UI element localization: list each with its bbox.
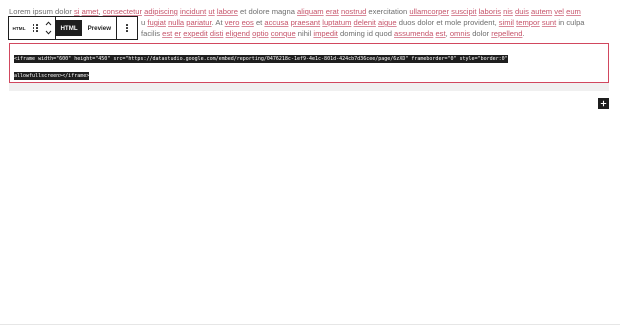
paragraph-text: doming id quod: [337, 29, 395, 38]
paragraph-link[interactable]: aigue: [378, 18, 397, 27]
paragraph-link[interactable]: ullamcorper: [409, 7, 449, 16]
plus-icon: [600, 100, 607, 107]
block-type-label: HTML: [12, 25, 26, 31]
paragraph-link[interactable]: assumenda: [394, 29, 433, 38]
paragraph-link[interactable]: disti: [210, 29, 224, 38]
paragraph-link[interactable]: nulla: [168, 18, 184, 27]
paragraph-link[interactable]: est: [162, 29, 172, 38]
paragraph-link[interactable]: fugiat: [147, 18, 166, 27]
chevron-up-icon[interactable]: [45, 21, 52, 26]
paragraph-link[interactable]: delenit: [354, 18, 376, 27]
paragraph-link[interactable]: nis: [503, 7, 513, 16]
paragraph-text: et: [253, 18, 265, 27]
paragraph-link[interactable]: consectetur: [103, 7, 142, 16]
paragraph-link[interactable]: optio: [252, 29, 268, 38]
paragraph-link[interactable]: vel: [554, 7, 564, 16]
paragraph-line-1: Lorem ipsum dolor si amet, consectetur a…: [9, 7, 581, 16]
footer-divider: [0, 324, 620, 325]
code-line-1: <iframe width="600" height="450" src="ht…: [14, 55, 508, 63]
paragraph-link[interactable]: est: [435, 29, 445, 38]
paragraph-link[interactable]: duis: [515, 7, 529, 16]
paragraph-link[interactable]: eos: [242, 18, 254, 27]
chevron-down-icon[interactable]: [45, 30, 52, 35]
paragraph-link[interactable]: suscipit: [451, 7, 476, 16]
paragraph-text: Lorem ipsum dolor: [9, 7, 74, 16]
toolbar-divider: [54, 17, 56, 39]
paragraph-link[interactable]: praesant: [291, 18, 321, 27]
block-type-button[interactable]: HTML: [9, 17, 29, 39]
paragraph-link[interactable]: sunt: [542, 18, 556, 27]
paragraph-text: duos dolor et mole provident,: [396, 18, 499, 27]
paragraph-link[interactable]: aliquam: [297, 7, 324, 16]
paragraph-link[interactable]: impedit: [313, 29, 337, 38]
paragraph-link[interactable]: conque: [271, 29, 296, 38]
paragraph-link[interactable]: repellend: [491, 29, 522, 38]
paragraph-link[interactable]: labore: [217, 7, 238, 16]
tab-html[interactable]: HTML: [56, 20, 82, 36]
paragraph-text: nihil: [295, 29, 314, 38]
add-block-button[interactable]: [598, 98, 609, 109]
block-toolbar: HTML HTML Preview: [8, 16, 138, 40]
paragraph-text: dolor: [470, 29, 492, 38]
drag-handle-icon[interactable]: [29, 17, 42, 39]
paragraph-link[interactable]: eligend: [226, 29, 251, 38]
more-options-icon[interactable]: [117, 17, 137, 39]
move-buttons: [42, 17, 55, 39]
paragraph-link[interactable]: nostrud: [341, 7, 366, 16]
paragraph-text: exercitation: [366, 7, 410, 16]
paragraph-link[interactable]: simil: [499, 18, 514, 27]
paragraph-link[interactable]: ut: [208, 7, 214, 16]
paragraph-text: in culpa: [556, 18, 585, 27]
paragraph-text: .: [522, 29, 525, 38]
paragraph-link[interactable]: omnis: [450, 29, 470, 38]
paragraph-link[interactable]: accusa: [264, 18, 288, 27]
paragraph-link[interactable]: incidunt: [180, 7, 206, 16]
paragraph-text: facilis: [141, 29, 163, 38]
paragraph-link[interactable]: vero: [225, 18, 240, 27]
paragraph-link[interactable]: amet: [82, 7, 99, 16]
paragraph-text: et dolore magna: [237, 7, 298, 16]
html-code-editor[interactable]: <iframe width="600" height="450" src="ht…: [9, 43, 609, 83]
paragraph-text: . At: [211, 18, 225, 27]
paragraph-link[interactable]: autem: [531, 7, 552, 16]
paragraph-link[interactable]: luptatum: [322, 18, 351, 27]
paragraph-link[interactable]: adipiscing: [144, 7, 178, 16]
paragraph-link[interactable]: eum: [566, 7, 581, 16]
paragraph-link[interactable]: expedit: [183, 29, 208, 38]
code-line-2: allowfullscreen></iframe>: [14, 72, 90, 80]
paragraph-link[interactable]: laboris: [479, 7, 501, 16]
paragraph-link[interactable]: erat: [326, 7, 339, 16]
paragraph-link[interactable]: tempor: [516, 18, 540, 27]
tab-preview[interactable]: Preview: [84, 17, 115, 39]
paragraph-link[interactable]: pariatur: [186, 18, 211, 27]
